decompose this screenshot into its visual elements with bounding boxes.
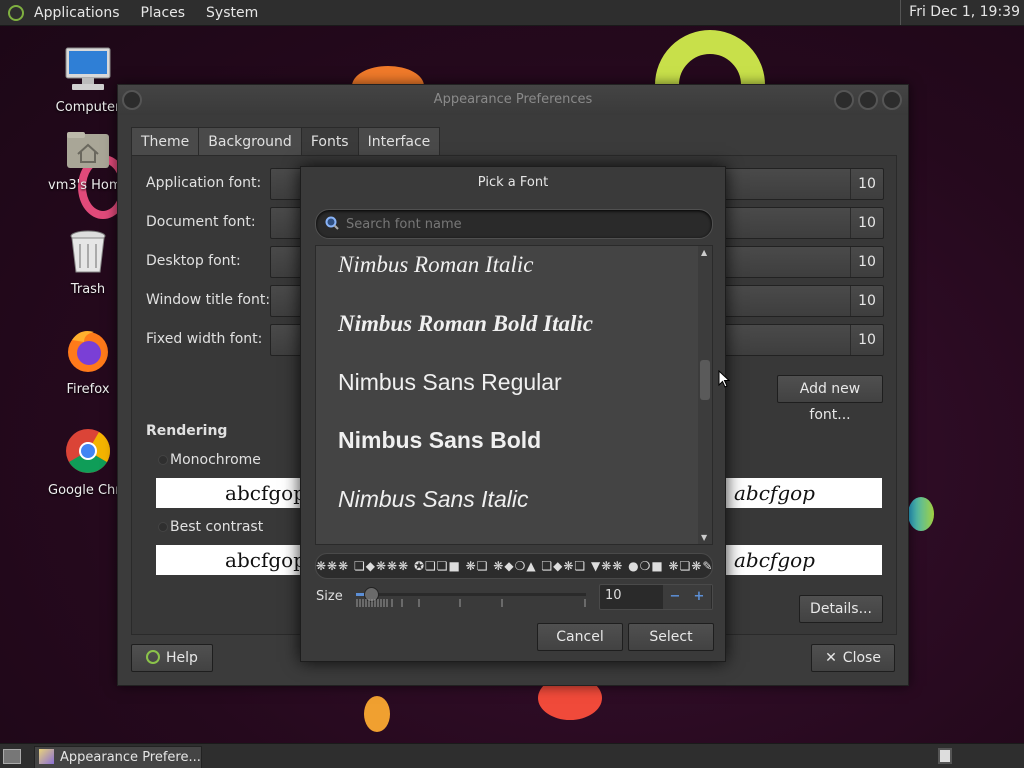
font-sample-preview: ❋❋❋ ❏◆❋❋❋ ✪❏❏■ ❋❏ ❋◆❍▲ ❏◆❋❏ ▼❋❋ ●❍■ ❋❏❋✎ bbox=[315, 553, 713, 579]
application-font-label: Application font: bbox=[146, 175, 262, 191]
font-list-item[interactable]: Nimbus Sans Regular bbox=[338, 369, 562, 396]
tab-interface[interactable]: Interface bbox=[357, 127, 441, 157]
home-folder-icon bbox=[67, 132, 109, 168]
bottom-panel: Appearance Prefere... bbox=[0, 743, 1024, 768]
slider-track bbox=[370, 593, 586, 596]
select-button[interactable]: Select bbox=[628, 623, 714, 651]
add-new-font-button[interactable]: Add new font... bbox=[777, 375, 883, 423]
monochrome-radio[interactable] bbox=[158, 455, 168, 465]
size-decrease-button[interactable]: − bbox=[663, 585, 687, 609]
font-list-item[interactable]: Nimbus Sans Italic bbox=[338, 486, 528, 513]
top-panel: Applications Places System Fri Dec 1, 19… bbox=[0, 0, 1024, 26]
font-list-item[interactable]: Nimbus Sans Bold bbox=[338, 427, 541, 454]
wallpaper-blob-teal bbox=[908, 497, 934, 531]
monochrome-label[interactable]: Monochrome bbox=[170, 445, 261, 475]
document-font-label: Document font: bbox=[146, 214, 256, 230]
monochrome-preview-right: abcfgop bbox=[726, 478, 882, 508]
places-menu[interactable]: Places bbox=[137, 5, 190, 21]
size-increase-button[interactable]: + bbox=[687, 585, 711, 609]
scroll-up-arrow-icon[interactable]: ▲ bbox=[701, 248, 707, 257]
help-button[interactable]: Help bbox=[131, 644, 213, 672]
window-maximize-button[interactable] bbox=[858, 90, 878, 110]
font-name: Nimbus Sans Bold bbox=[338, 427, 542, 453]
chrome-icon bbox=[66, 429, 110, 473]
font-search-input[interactable] bbox=[344, 213, 703, 235]
font-size-value: 10 bbox=[850, 208, 883, 238]
rendering-heading: Rendering bbox=[146, 423, 228, 439]
size-label: Size bbox=[316, 589, 343, 604]
tab-fonts[interactable]: Fonts bbox=[300, 127, 359, 157]
taskbar-task-appearance[interactable]: Appearance Prefere... bbox=[34, 746, 202, 768]
desktop-icon-label: vm3's Home bbox=[48, 178, 128, 193]
best-contrast-preview-left: abcfgop bbox=[156, 545, 306, 575]
close-icon: ✕ bbox=[825, 650, 837, 666]
font-name: Nimbus Roman Italic bbox=[338, 252, 534, 277]
appearance-app-icon bbox=[39, 749, 54, 764]
trash-icon bbox=[70, 230, 106, 273]
size-slider[interactable] bbox=[356, 585, 586, 611]
window-menu-button[interactable] bbox=[122, 90, 142, 110]
computer-icon bbox=[65, 47, 111, 90]
font-name: Nimbus Sans Italic bbox=[338, 486, 529, 512]
font-search-box[interactable] bbox=[315, 209, 713, 239]
size-value: 10 bbox=[605, 588, 622, 603]
dialog-title: Pick a Font bbox=[477, 175, 549, 190]
window-minimize-button[interactable] bbox=[834, 90, 854, 110]
taskbar-task-label: Appearance Prefere... bbox=[60, 750, 201, 765]
slider-ticks bbox=[356, 599, 586, 607]
tab-background[interactable]: Background bbox=[198, 127, 302, 157]
window-titlebar[interactable]: Appearance Preferences bbox=[118, 85, 908, 115]
preview-text: abcfgop bbox=[225, 548, 306, 572]
wallpaper-blob-yellow bbox=[364, 696, 390, 732]
best-contrast-preview-right: abcfgop bbox=[726, 545, 882, 575]
font-size-value: 10 bbox=[850, 286, 883, 316]
close-button-label: Close bbox=[842, 650, 881, 666]
size-spin-field[interactable]: 10 − + bbox=[599, 584, 713, 610]
close-button[interactable]: ✕ Close bbox=[811, 644, 895, 672]
applications-menu[interactable]: Applications bbox=[30, 5, 124, 21]
font-size-value: 10 bbox=[850, 169, 883, 199]
details-button[interactable]: Details... bbox=[799, 595, 883, 623]
scrollbar-thumb[interactable] bbox=[700, 360, 710, 400]
window-title: Appearance Preferences bbox=[433, 92, 593, 107]
desktop: Applications Places System Fri Dec 1, 19… bbox=[0, 0, 1024, 768]
font-list[interactable]: Nimbus Roman Italic Nimbus Roman Bold It… bbox=[315, 245, 713, 545]
window-title-font-label: Window title font: bbox=[146, 292, 271, 308]
window-close-button[interactable] bbox=[882, 90, 902, 110]
desktop-font-label: Desktop font: bbox=[146, 253, 241, 269]
font-list-scrollbar[interactable]: ▲ ▼ bbox=[698, 246, 712, 544]
desktop-icon-label: Google Chrome bbox=[48, 483, 128, 498]
preview-text: abcfgop bbox=[734, 548, 815, 572]
fixed-width-font-label: Fixed width font: bbox=[146, 331, 263, 347]
help-button-label: Help bbox=[166, 650, 198, 666]
clock[interactable]: Fri Dec 1, 19:39 bbox=[900, 0, 1020, 25]
tab-bar: Theme Background Fonts Interface bbox=[131, 127, 441, 157]
font-size-value: 10 bbox=[850, 247, 883, 277]
tab-theme[interactable]: Theme bbox=[131, 127, 200, 157]
cancel-button[interactable]: Cancel bbox=[537, 623, 623, 651]
show-desktop-icon[interactable] bbox=[3, 749, 21, 764]
monochrome-preview-left: abcfgop bbox=[156, 478, 306, 508]
search-icon bbox=[325, 216, 339, 230]
scroll-down-arrow-icon[interactable]: ▼ bbox=[701, 533, 707, 542]
font-list-item[interactable]: Nimbus Roman Italic bbox=[338, 252, 534, 278]
best-contrast-label[interactable]: Best contrast bbox=[170, 512, 263, 542]
pick-font-dialog: Pick a Font Nimbus Roman Italic Nimbus R… bbox=[300, 166, 726, 662]
distro-logo-icon[interactable] bbox=[8, 4, 24, 21]
firefox-icon bbox=[68, 331, 108, 372]
font-name: Nimbus Roman Bold Italic bbox=[338, 311, 593, 336]
workspace-switcher[interactable] bbox=[938, 748, 952, 764]
font-list-item[interactable]: Nimbus Roman Bold Italic bbox=[338, 311, 593, 337]
system-menu[interactable]: System bbox=[202, 5, 262, 21]
font-size-value: 10 bbox=[850, 325, 883, 355]
mouse-pointer-icon bbox=[718, 370, 730, 388]
font-name: Nimbus Sans Regular bbox=[338, 369, 562, 395]
help-icon bbox=[146, 650, 161, 664]
preview-text: abcfgop bbox=[734, 481, 815, 505]
best-contrast-radio[interactable] bbox=[158, 522, 168, 532]
preview-text: abcfgop bbox=[225, 481, 306, 505]
